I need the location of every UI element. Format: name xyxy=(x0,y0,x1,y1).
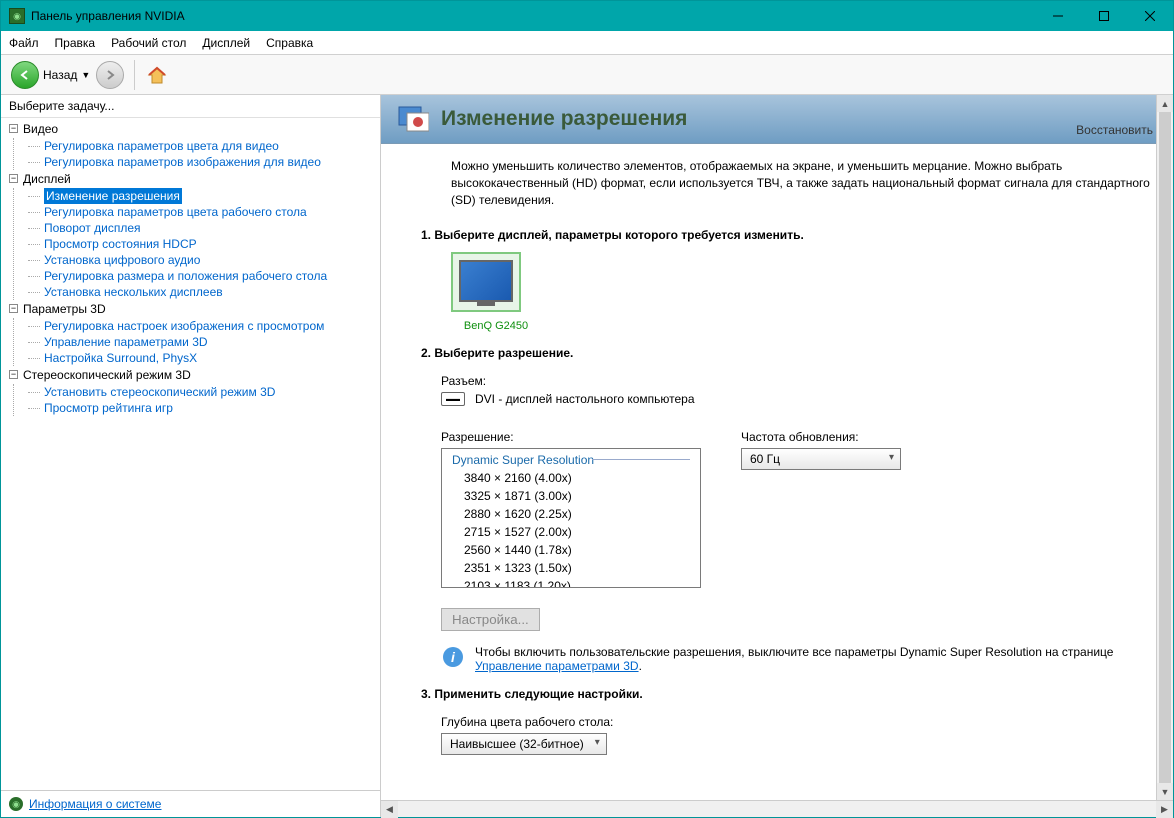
resolution-option[interactable]: 2103 × 1183 (1.20x) xyxy=(442,577,700,588)
menubar: Файл Правка Рабочий стол Дисплей Справка xyxy=(1,31,1173,55)
step1-title: 1. Выберите дисплей, параметры которого … xyxy=(421,228,1155,242)
back-label: Назад xyxy=(43,68,77,82)
configure-button[interactable]: Настройка... xyxy=(441,608,540,631)
tree-group: −Видео Регулировка параметров цвета для в… xyxy=(9,122,376,170)
window-title: Панель управления NVIDIA xyxy=(31,9,1035,23)
toolbar: Назад ▼ xyxy=(1,55,1173,95)
tree-item[interactable]: Просмотр рейтинга игр xyxy=(28,400,376,416)
forward-button[interactable] xyxy=(96,61,124,89)
menu-desktop[interactable]: Рабочий стол xyxy=(111,36,186,50)
tree-group-label[interactable]: Видео xyxy=(9,122,376,136)
tree-item[interactable]: Настройка Surround, PhysX xyxy=(28,350,376,366)
listbox-group-header: Dynamic Super Resolution xyxy=(442,449,700,469)
tree-toggle[interactable]: − xyxy=(9,124,18,133)
content-pane: Изменение разрешения Восстановить Можно … xyxy=(381,95,1173,817)
task-pane: Выберите задачу... −ВидеоРегулировка пар… xyxy=(1,95,381,817)
system-info-bar: ◉ Информация о системе xyxy=(1,790,380,817)
connector-value: DVI - дисплей настольного компьютера xyxy=(475,392,695,406)
back-arrow-icon xyxy=(11,61,39,89)
step3-title: 3. Применить следующие настройки. xyxy=(421,687,1155,701)
info-icon: i xyxy=(441,645,465,669)
resolution-option[interactable]: 2880 × 1620 (2.25x) xyxy=(442,505,700,523)
tree-item[interactable]: Регулировка параметров цвета для видео xyxy=(28,138,376,154)
tree-item[interactable]: Управление параметрами 3D xyxy=(28,334,376,350)
tree-group: −Стереоскопический режим 3D Установить ст… xyxy=(9,368,376,416)
step2-title: 2. Выберите разрешение. xyxy=(421,346,1155,360)
color-depth-label: Глубина цвета рабочего стола: xyxy=(441,715,1155,729)
tree-item[interactable]: Регулировка размера и положения рабочего… xyxy=(28,268,376,284)
tree-item[interactable]: Регулировка параметров цвета рабочего ст… xyxy=(28,204,376,220)
menu-file[interactable]: Файл xyxy=(9,36,39,50)
tree-item[interactable]: Установка цифрового аудио xyxy=(28,252,376,268)
scroll-down-icon[interactable]: ▼ xyxy=(1157,783,1173,800)
resolution-option[interactable]: 3325 × 1871 (3.00x) xyxy=(442,487,700,505)
close-button[interactable] xyxy=(1127,1,1173,31)
refresh-label: Частота обновления: xyxy=(741,430,901,444)
back-dropdown-icon[interactable]: ▼ xyxy=(81,70,90,80)
scroll-right-icon[interactable]: ▶ xyxy=(1156,801,1173,818)
color-depth-select[interactable]: Наивысшее (32-битное) xyxy=(441,733,607,755)
tree-item[interactable]: Поворот дисплея xyxy=(28,220,376,236)
page-title: Изменение разрешения xyxy=(441,107,687,131)
tree-toggle[interactable]: − xyxy=(9,304,18,313)
titlebar: ◉ Панель управления NVIDIA xyxy=(1,1,1173,31)
tree-item[interactable]: Регулировка настроек изображения с просм… xyxy=(28,318,376,334)
tree-item[interactable]: Изменение разрешения xyxy=(28,188,376,204)
tree-group: −ДисплейИзменение разрешенияРегулировка … xyxy=(9,172,376,300)
display-thumbnail[interactable] xyxy=(451,252,521,312)
sysinfo-icon: ◉ xyxy=(9,797,23,811)
tree-item[interactable]: Просмотр состояния HDCP xyxy=(28,236,376,252)
scroll-thumb[interactable] xyxy=(1159,112,1171,783)
scroll-up-icon[interactable]: ▲ xyxy=(1157,95,1173,112)
nvidia-icon: ◉ xyxy=(9,8,25,24)
vertical-scrollbar[interactable]: ▲ ▼ xyxy=(1156,95,1173,800)
tree-toggle[interactable]: − xyxy=(9,370,18,379)
info-link[interactable]: Управление параметрами 3D xyxy=(475,659,639,673)
scroll-left-icon[interactable]: ◀ xyxy=(381,801,398,818)
tree-group: −Параметры 3D Регулировка настроек изобра… xyxy=(9,302,376,366)
resolution-listbox[interactable]: Dynamic Super Resolution3840 × 2160 (4.0… xyxy=(441,448,701,588)
monitor-icon xyxy=(459,260,513,302)
system-info-link[interactable]: Информация о системе xyxy=(29,797,161,811)
menu-edit[interactable]: Правка xyxy=(55,36,96,50)
tree-group-label[interactable]: Параметры 3D xyxy=(9,302,376,316)
tree-item[interactable]: Установка нескольких дисплеев xyxy=(28,284,376,300)
menu-display[interactable]: Дисплей xyxy=(202,36,250,50)
resolution-label: Разрешение: xyxy=(441,430,701,444)
page-header: Изменение разрешения Восстановить xyxy=(381,95,1173,144)
maximize-button[interactable] xyxy=(1081,1,1127,31)
display-name: BenQ G2450 xyxy=(451,320,541,332)
page-body: Можно уменьшить количество элементов, от… xyxy=(381,144,1173,800)
horizontal-scrollbar[interactable]: ◀ ▶ xyxy=(381,800,1173,817)
info-text: Чтобы включить пользовательские разрешен… xyxy=(475,645,1155,673)
task-header: Выберите задачу... xyxy=(1,95,380,118)
tree-group-label[interactable]: Дисплей xyxy=(9,172,376,186)
minimize-button[interactable] xyxy=(1035,1,1081,31)
refresh-rate-select[interactable]: 60 Гц xyxy=(741,448,901,470)
resolution-option[interactable]: 3840 × 2160 (4.00x) xyxy=(442,469,700,487)
back-button[interactable]: Назад ▼ xyxy=(11,61,90,89)
restore-defaults-link[interactable]: Восстановить xyxy=(1076,123,1153,137)
resolution-option[interactable]: 2560 × 1440 (1.78x) xyxy=(442,541,700,559)
task-tree: −ВидеоРегулировка параметров цвета для в… xyxy=(1,118,380,790)
resolution-option[interactable]: 2715 × 1527 (2.00x) xyxy=(442,523,700,541)
tree-toggle[interactable]: − xyxy=(9,174,18,183)
toolbar-separator xyxy=(134,60,135,90)
connector-label: Разъем: xyxy=(441,374,1155,388)
menu-help[interactable]: Справка xyxy=(266,36,313,50)
resolution-option[interactable]: 2351 × 1323 (1.50x) xyxy=(442,559,700,577)
dvi-icon: ▬▬ xyxy=(441,392,465,406)
tree-item[interactable]: Установить стереоскопический режим 3D xyxy=(28,384,376,400)
tree-group-label[interactable]: Стереоскопический режим 3D xyxy=(9,368,376,382)
tree-item[interactable]: Регулировка параметров изображения для в… xyxy=(28,154,376,170)
page-description: Можно уменьшить количество элементов, от… xyxy=(451,158,1155,208)
home-button[interactable] xyxy=(145,63,169,87)
page-header-icon xyxy=(397,103,429,135)
